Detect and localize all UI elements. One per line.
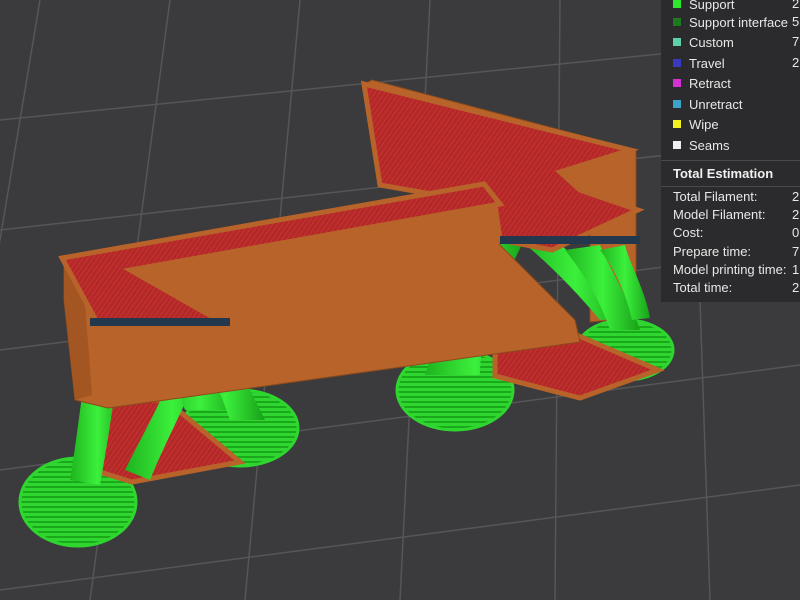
legend-item-retract: Retract [661, 73, 731, 93]
estimation-label-total-time: Total time: [673, 280, 733, 295]
legend-panel: Support 2 Support interface 5 Custom 7 T… [661, 0, 800, 302]
estimation-label-model-filament: Model Filament: [673, 207, 766, 222]
estimation-label-total-filament: Total Filament: [673, 189, 758, 204]
legend-item-custom: Custom [661, 32, 734, 52]
travel-swatch-icon [673, 59, 681, 67]
estimation-divider [661, 186, 800, 187]
estimation-value-prepare-time: 7 [792, 244, 800, 259]
legend-item-travel: Travel [661, 53, 725, 73]
estimation-value-cost: 0 [792, 225, 800, 240]
estimation-value-model-filament: 2 [792, 207, 800, 222]
legend-item-support-interface: Support interface [661, 12, 788, 32]
unretract-swatch-icon [673, 100, 681, 108]
legend-value-support: 2 [792, 0, 800, 11]
estimation-label-model-printing-time: Model printing time: [673, 262, 787, 277]
estimation-value-total-filament: 2 [792, 189, 800, 204]
seams-swatch-icon [673, 141, 681, 149]
legend-divider [661, 160, 800, 161]
estimation-value-total-time: 2 [792, 280, 800, 295]
legend-value-travel: 2 [792, 55, 800, 70]
estimation-label-prepare-time: Prepare time: [673, 244, 752, 259]
custom-swatch-icon [673, 38, 681, 46]
estimation-value-model-printing-time: 1 [792, 262, 800, 277]
support-swatch-icon [673, 0, 681, 8]
legend-item-seams: Seams [661, 135, 729, 155]
legend-item-unretract: Unretract [661, 94, 742, 114]
estimation-label-cost: Cost: [673, 225, 704, 240]
legend-value-support-interface: 5 [792, 14, 800, 29]
legend-value-custom: 7 [792, 34, 800, 49]
total-estimation-title: Total Estimation [673, 166, 774, 181]
legend-item-wipe: Wipe [661, 114, 719, 134]
wipe-swatch-icon [673, 120, 681, 128]
retract-swatch-icon [673, 79, 681, 87]
support-interface-swatch-icon [673, 18, 681, 26]
